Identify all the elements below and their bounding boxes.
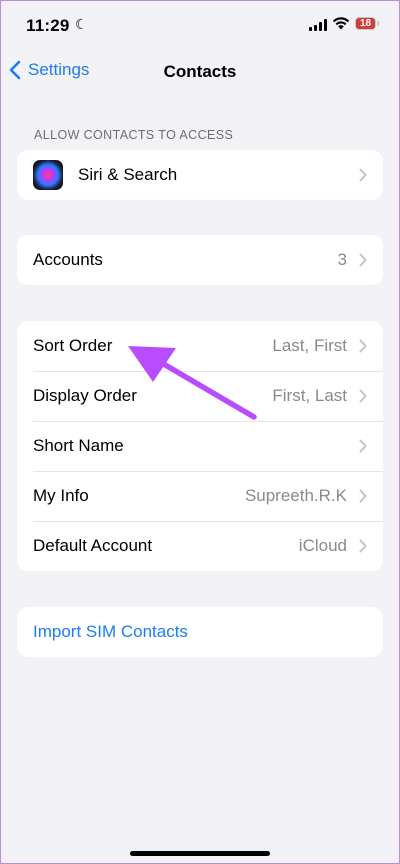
wifi-icon bbox=[332, 17, 350, 30]
battery-icon: 18 bbox=[355, 17, 379, 30]
import-group: Import SIM Contacts bbox=[17, 607, 383, 657]
accounts-count: 3 bbox=[337, 250, 347, 269]
accounts-label: Accounts bbox=[33, 250, 103, 269]
chevron-right-icon bbox=[359, 539, 367, 553]
chevron-right-icon bbox=[359, 439, 367, 453]
row-value: Supreeth.R.K bbox=[244, 486, 347, 505]
home-indicator bbox=[130, 851, 270, 856]
default-account-row[interactable]: Default Account iCloud bbox=[17, 521, 383, 571]
chevron-right-icon bbox=[359, 339, 367, 353]
nav-bar: Settings Contacts bbox=[0, 52, 400, 92]
import-sim-contacts-label: Import SIM Contacts bbox=[33, 622, 188, 641]
siri-icon bbox=[33, 160, 63, 190]
row-value: iCloud bbox=[298, 536, 347, 555]
short-name-row[interactable]: Short Name bbox=[17, 421, 383, 471]
row-label: Display Order bbox=[33, 386, 137, 405]
moon-icon: ☾ bbox=[75, 16, 88, 32]
import-sim-contacts-row[interactable]: Import SIM Contacts bbox=[17, 607, 383, 657]
row-label: Short Name bbox=[33, 436, 124, 455]
accounts-row[interactable]: Accounts 3 bbox=[17, 235, 383, 285]
row-label: My Info bbox=[33, 486, 89, 505]
signal-icon bbox=[309, 19, 327, 31]
row-label: Sort Order bbox=[33, 336, 113, 355]
battery-tip bbox=[377, 21, 379, 26]
settings-group: Sort Order Last, First Display Order Fir… bbox=[17, 321, 383, 571]
status-bar: 11:29 ☾ 18 bbox=[0, 0, 400, 50]
battery-level: 18 bbox=[359, 18, 372, 29]
page-title: Contacts bbox=[163, 62, 237, 81]
row-label: Default Account bbox=[33, 536, 153, 555]
accounts-group: Accounts 3 bbox=[17, 235, 383, 285]
display-order-row[interactable]: Display Order First, Last bbox=[17, 371, 383, 421]
sort-order-row[interactable]: Sort Order Last, First bbox=[17, 321, 383, 371]
chevron-right-icon bbox=[359, 489, 367, 503]
access-group: Siri & Search bbox=[17, 150, 383, 200]
siri-search-row[interactable]: Siri & Search bbox=[17, 150, 383, 200]
chevron-right-icon bbox=[359, 253, 367, 267]
chevron-right-icon bbox=[359, 389, 367, 403]
section-header: ALLOW CONTACTS TO ACCESS bbox=[34, 128, 234, 142]
status-time: 11:29 bbox=[26, 16, 70, 35]
my-info-row[interactable]: My Info Supreeth.R.K bbox=[17, 471, 383, 521]
chevron-right-icon bbox=[359, 168, 367, 182]
row-value: First, Last bbox=[272, 386, 347, 405]
siri-search-label: Siri & Search bbox=[78, 165, 178, 184]
row-value: Last, First bbox=[272, 336, 347, 355]
